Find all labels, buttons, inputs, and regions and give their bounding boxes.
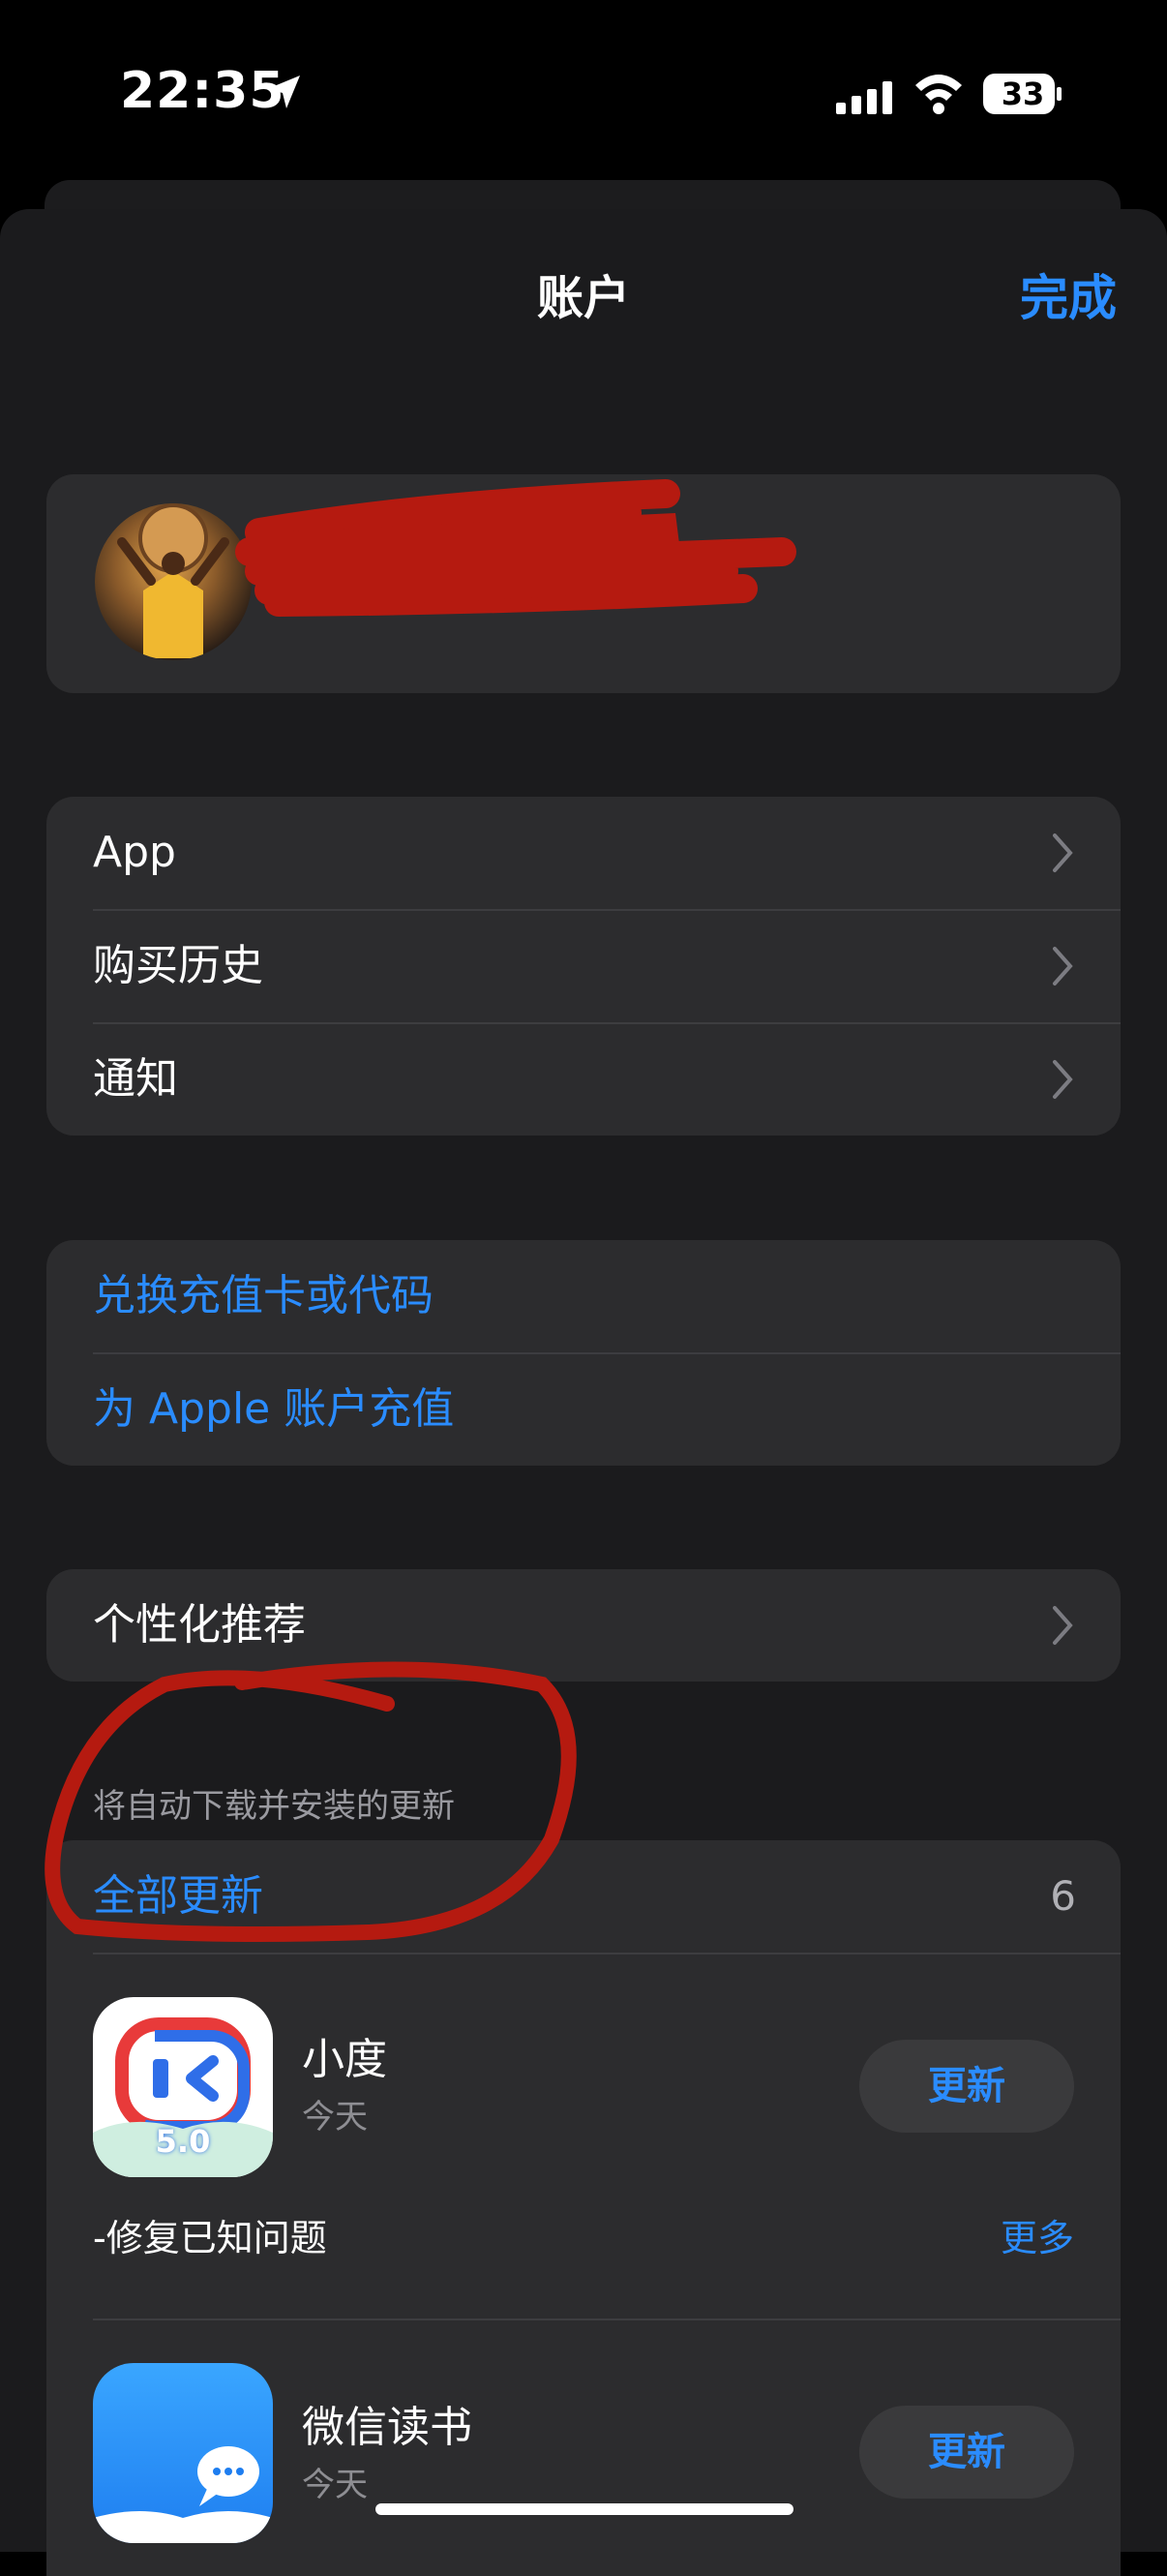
version-badge: 5.0 xyxy=(155,2123,211,2160)
updates-card: 全部更新 6 5.0 小度 今天 更新 -修复已知问题 更多 微信读书 今天 更… xyxy=(46,1840,1121,2576)
more-link[interactable]: 更多 xyxy=(1001,2208,1074,2261)
done-button[interactable]: 完成 xyxy=(1020,259,1117,329)
section-header: 将自动下载并安装的更新 xyxy=(93,1787,455,1826)
app-name: 小度 xyxy=(302,2035,387,2084)
redeem-gift-card-link[interactable]: 兑换充值卡或代码 xyxy=(46,1240,1121,1352)
redeem-label: 兑换充值卡或代码 xyxy=(93,1271,434,1320)
app-date: 今天 xyxy=(302,2098,368,2137)
menu-item-label: 购买历史 xyxy=(93,941,263,990)
update-all-row: 全部更新 6 xyxy=(46,1840,1121,1953)
actions-card: 兑换充值卡或代码 为 Apple 账户充值 xyxy=(46,1240,1121,1466)
app-name: 微信读书 xyxy=(302,2403,472,2452)
personalized-label: 个性化推荐 xyxy=(93,1600,306,1650)
status-time: 22:35 xyxy=(120,62,285,120)
menu-item-label: App xyxy=(93,828,176,877)
chevron-right-icon xyxy=(1053,833,1073,872)
menu-item-purchase-history[interactable]: 购买历史 xyxy=(46,910,1121,1022)
redaction-scribble xyxy=(235,479,796,617)
menu-item-notifications[interactable]: 通知 xyxy=(46,1023,1121,1136)
menu-item-app[interactable]: App xyxy=(46,797,1121,909)
battery-level: 33 xyxy=(1001,76,1045,112)
location-arrow-icon xyxy=(267,76,300,108)
page-title: 账户 xyxy=(536,271,630,325)
update-count: 6 xyxy=(1050,1872,1076,1920)
menu-card: App 购买历史 通知 xyxy=(46,797,1121,1136)
release-note: -修复已知问题 xyxy=(93,2217,327,2259)
add-funds-label: 为 Apple 账户充值 xyxy=(93,1384,455,1434)
update-button[interactable]: 更新 xyxy=(859,2040,1074,2133)
cellular-signal-icon xyxy=(836,81,892,114)
divider xyxy=(93,2318,1121,2320)
update-button[interactable]: 更新 xyxy=(859,2406,1074,2499)
chevron-right-icon xyxy=(1053,1060,1073,1099)
xiaodu-app-icon[interactable]: 5.0 xyxy=(93,1997,273,2177)
weread-app-icon[interactable] xyxy=(93,2363,273,2543)
personalized-recommendations-item[interactable]: 个性化推荐 xyxy=(46,1569,1121,1682)
divider xyxy=(93,1953,1121,1955)
profile-card[interactable] xyxy=(46,474,1121,693)
app-date: 今天 xyxy=(302,2466,368,2504)
personalized-card: 个性化推荐 xyxy=(46,1569,1121,1682)
menu-item-label: 通知 xyxy=(93,1054,178,1104)
add-funds-link[interactable]: 为 Apple 账户充值 xyxy=(46,1353,1121,1466)
chevron-right-icon xyxy=(1053,1606,1073,1645)
status-bar: 22:35 33 xyxy=(0,0,1167,184)
home-indicator[interactable] xyxy=(375,2503,793,2515)
update-all-button[interactable]: 全部更新 xyxy=(93,1840,263,1953)
weread-logo-icon xyxy=(93,2446,273,2543)
wifi-icon xyxy=(915,75,962,114)
chevron-right-icon xyxy=(1053,947,1073,985)
